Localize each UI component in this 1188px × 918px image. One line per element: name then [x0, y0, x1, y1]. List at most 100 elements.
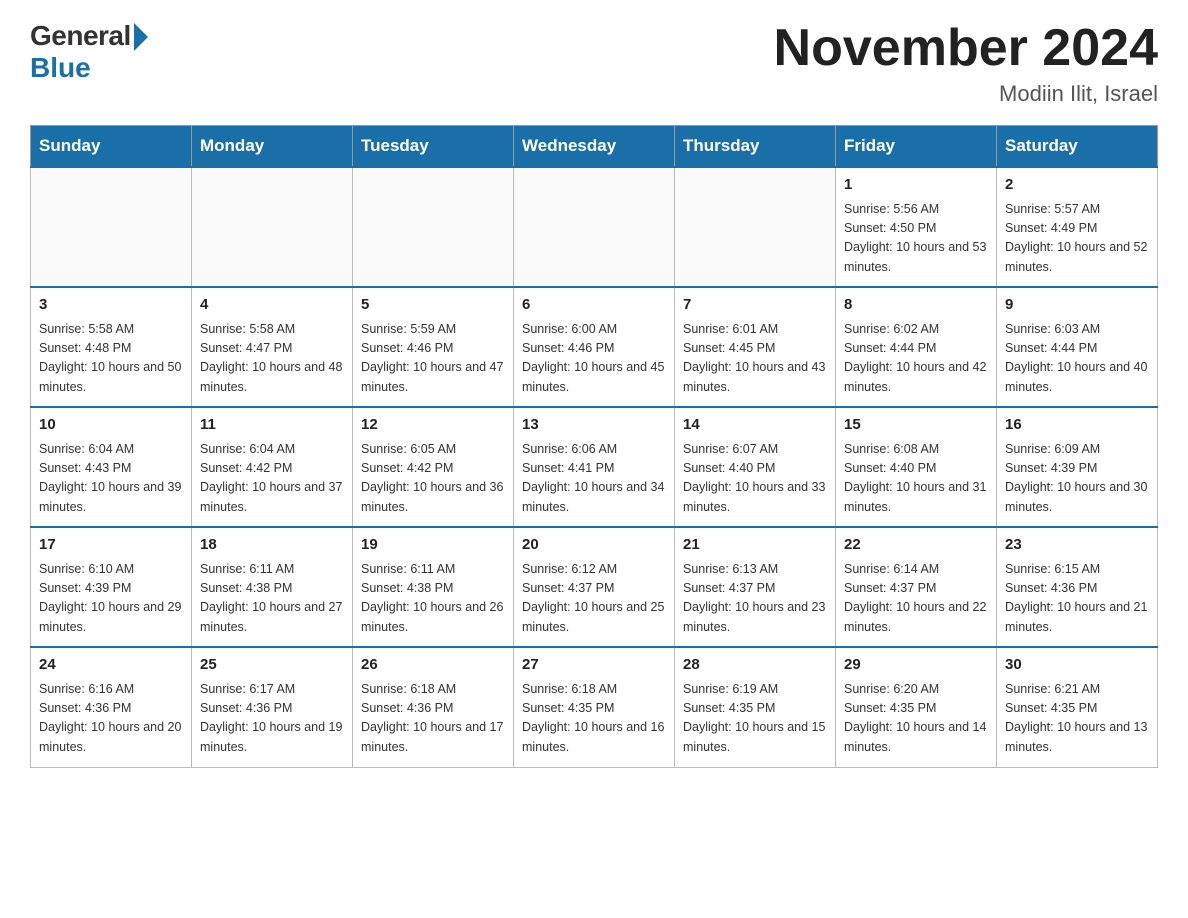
page-header: General Blue November 2024 Modiin Ilit, … — [30, 20, 1158, 107]
logo-blue-text: Blue — [30, 52, 91, 84]
day-number: 14 — [683, 414, 827, 437]
day-info: Sunrise: 6:15 AMSunset: 4:36 PMDaylight:… — [1005, 560, 1149, 638]
day-number: 15 — [844, 414, 988, 437]
calendar-day-cell: 12Sunrise: 6:05 AMSunset: 4:42 PMDayligh… — [353, 407, 514, 527]
day-number: 20 — [522, 534, 666, 557]
calendar-day-cell: 27 Sunrise: 6:18 AMSunset: 4:35 PMDayligh… — [514, 647, 675, 767]
day-of-week-header: Monday — [192, 126, 353, 168]
day-number: 30 — [1005, 654, 1149, 677]
day-info: Sunrise: 6:00 AMSunset: 4:46 PMDaylight:… — [522, 320, 666, 398]
day-number: 22 — [844, 534, 988, 557]
day-info: Sunrise: 6:10 AMSunset: 4:39 PMDaylight:… — [39, 560, 183, 638]
logo-arrow-icon — [134, 23, 148, 51]
calendar-day-cell: 11Sunrise: 6:04 AMSunset: 4:42 PMDayligh… — [192, 407, 353, 527]
location: Modiin Ilit, Israel — [774, 81, 1158, 107]
calendar-day-cell: 20 Sunrise: 6:12 AMSunset: 4:37 PMDayligh… — [514, 527, 675, 647]
day-of-week-header: Saturday — [997, 126, 1158, 168]
day-number: 3 — [39, 294, 183, 317]
day-info: Sunrise: 5:58 AMSunset: 4:47 PMDaylight:… — [200, 320, 344, 398]
calendar-day-cell — [675, 167, 836, 287]
day-info: Sunrise: 5:59 AMSunset: 4:46 PMDaylight:… — [361, 320, 505, 398]
day-number: 5 — [361, 294, 505, 317]
day-info: Sunrise: 6:14 AMSunset: 4:37 PMDaylight:… — [844, 560, 988, 638]
day-info: Sunrise: 6:19 AMSunset: 4:35 PMDaylight:… — [683, 680, 827, 758]
calendar-table: SundayMondayTuesdayWednesdayThursdayFrid… — [30, 125, 1158, 768]
day-info: Sunrise: 6:08 AMSunset: 4:40 PMDaylight:… — [844, 440, 988, 518]
day-info: Sunrise: 6:11 AMSunset: 4:38 PMDaylight:… — [361, 560, 505, 638]
day-info: Sunrise: 6:11 AMSunset: 4:38 PMDaylight:… — [200, 560, 344, 638]
calendar-day-cell: 10 Sunrise: 6:04 AMSunset: 4:43 PMDayligh… — [31, 407, 192, 527]
calendar-day-cell: 18 Sunrise: 6:11 AMSunset: 4:38 PMDayligh… — [192, 527, 353, 647]
day-of-week-header: Tuesday — [353, 126, 514, 168]
day-info: Sunrise: 6:09 AMSunset: 4:39 PMDaylight:… — [1005, 440, 1149, 518]
day-info: Sunrise: 5:56 AMSunset: 4:50 PMDaylight:… — [844, 200, 988, 278]
day-number: 26 — [361, 654, 505, 677]
day-number: 23 — [1005, 534, 1149, 557]
day-info: Sunrise: 6:04 AMSunset: 4:43 PMDaylight:… — [39, 440, 183, 518]
calendar-week-row: 24Sunrise: 6:16 AMSunset: 4:36 PMDayligh… — [31, 647, 1158, 767]
day-of-week-header: Sunday — [31, 126, 192, 168]
day-info: Sunrise: 6:06 AMSunset: 4:41 PMDaylight:… — [522, 440, 666, 518]
day-info: Sunrise: 6:21 AMSunset: 4:35 PMDaylight:… — [1005, 680, 1149, 758]
calendar-day-cell: 7Sunrise: 6:01 AMSunset: 4:45 PMDaylight… — [675, 287, 836, 407]
day-number: 28 — [683, 654, 827, 677]
calendar-day-cell: 25Sunrise: 6:17 AMSunset: 4:36 PMDayligh… — [192, 647, 353, 767]
calendar-day-cell: 30 Sunrise: 6:21 AMSunset: 4:35 PMDayligh… — [997, 647, 1158, 767]
day-number: 18 — [200, 534, 344, 557]
title-area: November 2024 Modiin Ilit, Israel — [774, 20, 1158, 107]
day-of-week-header: Friday — [836, 126, 997, 168]
calendar-day-cell: 9Sunrise: 6:03 AMSunset: 4:44 PMDaylight… — [997, 287, 1158, 407]
day-info: Sunrise: 5:58 AMSunset: 4:48 PMDaylight:… — [39, 320, 183, 398]
calendar-day-cell: 29 Sunrise: 6:20 AMSunset: 4:35 PMDayligh… — [836, 647, 997, 767]
day-info: Sunrise: 6:20 AMSunset: 4:35 PMDaylight:… — [844, 680, 988, 758]
calendar-day-cell: 2 Sunrise: 5:57 AMSunset: 4:49 PMDaylight… — [997, 167, 1158, 287]
day-number: 7 — [683, 294, 827, 317]
day-info: Sunrise: 6:18 AMSunset: 4:35 PMDaylight:… — [522, 680, 666, 758]
calendar-day-cell: 8 Sunrise: 6:02 AMSunset: 4:44 PMDaylight… — [836, 287, 997, 407]
calendar-day-cell: 4 Sunrise: 5:58 AMSunset: 4:47 PMDaylight… — [192, 287, 353, 407]
day-number: 9 — [1005, 294, 1149, 317]
calendar-week-row: 3 Sunrise: 5:58 AMSunset: 4:48 PMDaylight… — [31, 287, 1158, 407]
calendar-day-cell: 3 Sunrise: 5:58 AMSunset: 4:48 PMDaylight… — [31, 287, 192, 407]
calendar-day-cell: 1Sunrise: 5:56 AMSunset: 4:50 PMDaylight… — [836, 167, 997, 287]
calendar-day-cell — [31, 167, 192, 287]
day-number: 29 — [844, 654, 988, 677]
day-number: 12 — [361, 414, 505, 437]
calendar-day-cell: 28 Sunrise: 6:19 AMSunset: 4:35 PMDayligh… — [675, 647, 836, 767]
day-number: 19 — [361, 534, 505, 557]
day-number: 24 — [39, 654, 183, 677]
day-number: 16 — [1005, 414, 1149, 437]
day-number: 4 — [200, 294, 344, 317]
day-of-week-header: Wednesday — [514, 126, 675, 168]
day-number: 6 — [522, 294, 666, 317]
calendar-week-row: 1Sunrise: 5:56 AMSunset: 4:50 PMDaylight… — [31, 167, 1158, 287]
logo-general-text: General — [30, 20, 131, 52]
calendar-day-cell: 6 Sunrise: 6:00 AMSunset: 4:46 PMDaylight… — [514, 287, 675, 407]
calendar-day-cell: 22 Sunrise: 6:14 AMSunset: 4:37 PMDayligh… — [836, 527, 997, 647]
day-info: Sunrise: 6:13 AMSunset: 4:37 PMDaylight:… — [683, 560, 827, 638]
calendar-week-row: 17Sunrise: 6:10 AMSunset: 4:39 PMDayligh… — [31, 527, 1158, 647]
day-number: 2 — [1005, 174, 1149, 197]
day-number: 25 — [200, 654, 344, 677]
calendar-day-cell: 17Sunrise: 6:10 AMSunset: 4:39 PMDayligh… — [31, 527, 192, 647]
day-number: 13 — [522, 414, 666, 437]
day-info: Sunrise: 6:07 AMSunset: 4:40 PMDaylight:… — [683, 440, 827, 518]
calendar-day-cell: 14 Sunrise: 6:07 AMSunset: 4:40 PMDayligh… — [675, 407, 836, 527]
calendar-day-cell: 24Sunrise: 6:16 AMSunset: 4:36 PMDayligh… — [31, 647, 192, 767]
calendar-week-row: 10 Sunrise: 6:04 AMSunset: 4:43 PMDayligh… — [31, 407, 1158, 527]
day-info: Sunrise: 6:02 AMSunset: 4:44 PMDaylight:… — [844, 320, 988, 398]
day-info: Sunrise: 5:57 AMSunset: 4:49 PMDaylight:… — [1005, 200, 1149, 278]
day-info: Sunrise: 6:12 AMSunset: 4:37 PMDaylight:… — [522, 560, 666, 638]
calendar-day-cell: 16 Sunrise: 6:09 AMSunset: 4:39 PMDayligh… — [997, 407, 1158, 527]
calendar-day-cell — [514, 167, 675, 287]
calendar-day-cell: 21Sunrise: 6:13 AMSunset: 4:37 PMDayligh… — [675, 527, 836, 647]
calendar-day-cell: 13 Sunrise: 6:06 AMSunset: 4:41 PMDayligh… — [514, 407, 675, 527]
day-number: 10 — [39, 414, 183, 437]
calendar-day-cell — [353, 167, 514, 287]
month-title: November 2024 — [774, 20, 1158, 77]
day-number: 27 — [522, 654, 666, 677]
day-number: 8 — [844, 294, 988, 317]
day-info: Sunrise: 6:18 AMSunset: 4:36 PMDaylight:… — [361, 680, 505, 758]
calendar-day-cell: 5 Sunrise: 5:59 AMSunset: 4:46 PMDaylight… — [353, 287, 514, 407]
day-of-week-header: Thursday — [675, 126, 836, 168]
